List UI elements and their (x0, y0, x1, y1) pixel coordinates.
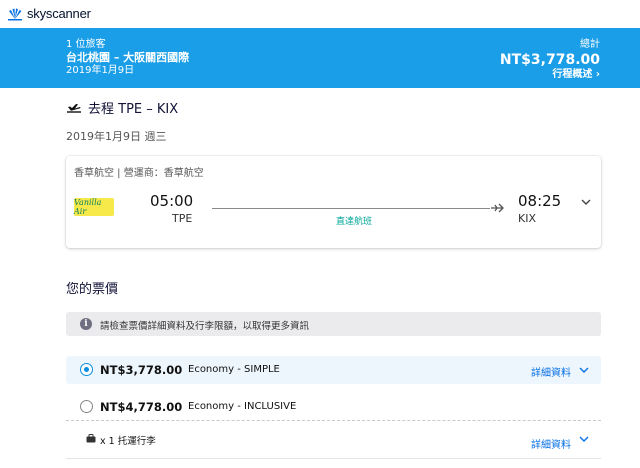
fare-price: NT$3,778.00 (100, 363, 183, 377)
divider (66, 458, 601, 459)
arrival-time: 08:25 (518, 192, 562, 210)
airline-logo: Vanilla Air (74, 198, 114, 216)
top-bar: skyscanner (0, 0, 640, 28)
trip-date: 2019年1月9日 (66, 65, 135, 76)
flight-path-line (212, 208, 490, 209)
luggage-icon (86, 434, 96, 443)
arrival-airport: KIX (518, 212, 536, 225)
total-label: 總計 (580, 39, 600, 50)
departure-airport: TPE (172, 212, 193, 225)
traveler-count: 1 位旅客 (66, 39, 106, 50)
chevron-down-icon[interactable] (579, 366, 589, 374)
brand-name: skyscanner (27, 6, 91, 21)
outbound-heading: 去程 TPE – KIX (66, 98, 178, 117)
price-summary: 總計 NT$3,778.00 行程概述 › (500, 39, 600, 81)
outbound-date: 2019年1月9日 週三 (66, 130, 167, 143)
total-price: NT$3,778.00 (499, 52, 600, 68)
baggage-details-link[interactable]: 詳細資料 (531, 436, 571, 451)
chevron-down-icon[interactable] (580, 196, 592, 208)
departure-time: 05:00 (150, 192, 194, 210)
baggage-row: x 1 托運行李 詳細資料 (66, 428, 601, 451)
flight-card[interactable]: 香草航空 | 營運商：香草航空 Vanilla Air 05:00 TPE 直達… (66, 156, 601, 248)
trip-info: 1 位旅客 台北桃園 – 大阪關西國際 2019年1月9日 (66, 39, 189, 77)
stops-label: 直達航班 (336, 217, 373, 227)
fare-info-text: 請檢查票價詳細資料及行李限額，以取得更多資訊 (100, 321, 310, 332)
skyscanner-logo[interactable]: skyscanner (6, 6, 91, 21)
sunrise-logo-icon (8, 8, 22, 20)
trip-summary-bar: 1 位旅客 台北桃園 – 大阪關西國際 2019年1月9日 總計 NT$3,77… (0, 28, 640, 88)
fare-price: NT$4,778.00 (100, 400, 183, 414)
takeoff-plane-icon (67, 103, 81, 113)
fare-radio-inclusive[interactable] (80, 400, 93, 413)
baggage-text: x 1 托運行李 (100, 436, 156, 447)
airline-operator: 香草航空 | 營運商：香草航空 (74, 168, 204, 179)
divider (66, 420, 601, 421)
trip-overview-link[interactable]: 行程概述 › (500, 69, 600, 81)
fare-radio-simple[interactable] (80, 363, 93, 376)
fare-details-link[interactable]: 詳細資料 (531, 364, 571, 379)
fare-class: Economy - SIMPLE (188, 364, 280, 375)
trip-route: 台北桃園 – 大阪關西國際 (66, 51, 190, 64)
plane-icon (491, 203, 504, 213)
fare-option-inclusive[interactable]: NT$4,778.00 Economy - INCLUSIVE (66, 393, 601, 421)
outbound-title: 去程 TPE – KIX (88, 102, 179, 117)
fare-info-banner: i 請檢查票價詳細資料及行李限額，以取得更多資訊 (66, 312, 601, 336)
fare-option-simple[interactable]: NT$3,778.00 Economy - SIMPLE 詳細資料 (66, 356, 601, 384)
fare-class: Economy - INCLUSIVE (188, 401, 297, 412)
chevron-down-icon[interactable] (579, 435, 589, 443)
fares-heading: 您的票價 (66, 282, 119, 297)
info-icon: i (80, 318, 92, 330)
